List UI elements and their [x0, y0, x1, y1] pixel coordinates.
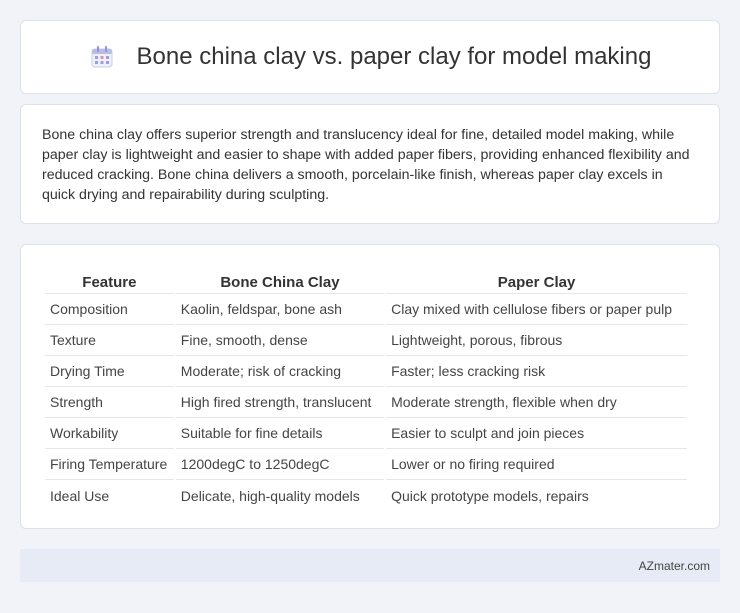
header-feature: Feature [45, 265, 174, 294]
footer-site-link[interactable]: AZmater.com [639, 559, 710, 573]
header-bone-china-clay: Bone China Clay [175, 265, 385, 294]
bone-china-cell: 1200degC to 1250degC [175, 449, 385, 480]
bone-china-cell: Suitable for fine details [175, 418, 385, 449]
table-row: Ideal Use Delicate, high-quality models … [45, 480, 687, 511]
paper-clay-cell: Lightweight, porous, fibrous [386, 325, 687, 356]
table-row: Drying Time Moderate; risk of cracking F… [45, 356, 687, 387]
bone-china-cell: High fired strength, translucent [175, 387, 385, 418]
calendar-icon [89, 44, 115, 70]
table-row: Firing Temperature 1200degC to 1250degC … [45, 449, 687, 480]
page-title: Bone china clay vs. paper clay for model… [136, 43, 652, 70]
feature-cell: Ideal Use [50, 487, 110, 504]
paper-clay-cell: Lower or no firing required [386, 449, 687, 480]
feature-cell: Texture [45, 325, 174, 356]
comparison-table: Feature Bone China Clay Paper Clay Compo… [43, 265, 689, 511]
table-row: Composition Kaolin, feldspar, bone ash C… [45, 294, 687, 325]
bone-china-cell: Delicate, high-quality models [180, 487, 360, 504]
paper-clay-cell: Moderate strength, flexible when dry [386, 387, 687, 418]
paper-clay-cell: Easier to sculpt and join pieces [386, 418, 687, 449]
bone-china-cell: Kaolin, feldspar, bone ash [175, 294, 385, 325]
feature-cell: Workability [45, 418, 174, 449]
table-row: Workability Suitable for fine details Ea… [45, 418, 687, 449]
table-row: Texture Fine, smooth, dense Lightweight,… [45, 325, 687, 356]
bone-china-cell: Fine, smooth, dense [175, 325, 385, 356]
table-header-row: Feature Bone China Clay Paper Clay [45, 265, 687, 294]
bone-china-cell: Moderate; risk of cracking [175, 356, 385, 387]
feature-cell: Firing Temperature [45, 449, 174, 480]
header-paper-clay: Paper Clay [386, 265, 687, 294]
feature-cell: Strength [45, 387, 174, 418]
footer: AZmater.com [20, 549, 720, 582]
summary-text: Bone china clay offers superior strength… [42, 127, 690, 203]
title-card: Bone china clay vs. paper clay for model… [20, 20, 720, 94]
table-row: Strength High fired strength, translucen… [45, 387, 687, 418]
feature-cell: Composition [45, 294, 174, 325]
summary-card: Bone china clay offers superior strength… [20, 104, 720, 224]
paper-clay-cell: Quick prototype models, repairs [391, 487, 589, 504]
paper-clay-cell: Faster; less cracking risk [386, 356, 687, 387]
feature-cell: Drying Time [45, 356, 174, 387]
table-card: Feature Bone China Clay Paper Clay Compo… [20, 244, 720, 529]
paper-clay-cell: Clay mixed with cellulose fibers or pape… [386, 294, 687, 325]
